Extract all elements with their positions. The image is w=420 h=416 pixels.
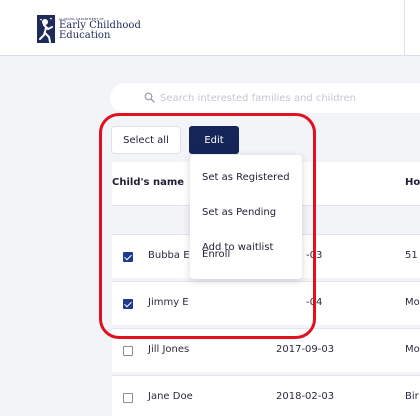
search-icon [144,92,155,103]
table-row[interactable]: Jane Doe 2018-02-03 Bir [112,375,420,416]
search-bar[interactable] [110,83,420,113]
child-name: Jill Jones [148,344,190,355]
search-input[interactable] [160,89,420,107]
column-header-home[interactable]: Ho [405,177,420,188]
child-name: Jane Doe [148,391,193,402]
annotation-highlight [99,113,316,339]
logo-title-line2: Education [59,30,111,41]
child-home: Bir [405,391,419,402]
row-checkbox[interactable] [123,346,133,356]
child-home: Mo [405,344,420,355]
child-home: Mo [405,297,420,308]
topbar-divider [404,0,405,56]
row-checkbox[interactable] [123,393,133,403]
top-bar: ALABAMA DEPARTMENT OF Early Childhood Ed… [0,0,420,56]
child-running-logo-icon [37,15,55,43]
logo[interactable]: ALABAMA DEPARTMENT OF Early Childhood Ed… [37,15,141,47]
child-home: 51 [405,250,418,261]
child-dob: 2018-02-03 [276,391,335,402]
child-dob: 2017-09-03 [276,344,335,355]
